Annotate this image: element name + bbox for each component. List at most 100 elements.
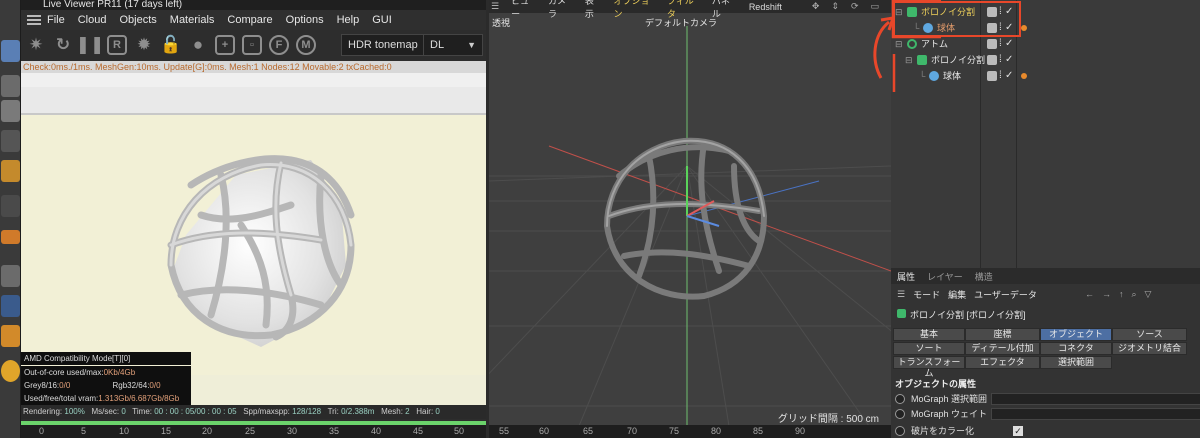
- arrow-tool-icon[interactable]: [1, 230, 20, 244]
- ruler-tick: 70: [627, 426, 638, 436]
- tab-sort[interactable]: ソート: [893, 342, 965, 355]
- am-menu-mode[interactable]: モード: [913, 288, 940, 301]
- tab-attributes[interactable]: 属性: [897, 270, 915, 283]
- pick-box-icon[interactable]: ▫: [241, 34, 263, 56]
- enabled-check-icon[interactable]: ✓: [1005, 36, 1013, 52]
- material-picker-icon[interactable]: M: [295, 34, 317, 56]
- colorize-checkbox[interactable]: ✓: [1013, 426, 1023, 436]
- am-menu-edit[interactable]: 編集: [948, 288, 966, 301]
- tab-connector[interactable]: コネクタ: [1040, 342, 1112, 355]
- tab-basic[interactable]: 基本: [893, 328, 965, 341]
- menu-objects[interactable]: Objects: [119, 14, 156, 26]
- edit-tag-icon[interactable]: [987, 55, 997, 65]
- vp-menu-display[interactable]: 表示: [585, 0, 602, 20]
- field-label: 破片をカラー化: [911, 426, 975, 436]
- vram-value: 1.313Gb/6.687Gb/8Gb: [98, 394, 180, 403]
- zoom-view-icon[interactable]: ⇕: [831, 1, 839, 12]
- tab-effector[interactable]: エフェクタ: [965, 356, 1040, 369]
- tab-transform[interactable]: トランスフォーム: [893, 356, 965, 378]
- attribute-hamburger-icon[interactable]: ☰: [897, 289, 905, 300]
- lock-icon[interactable]: 🔓: [160, 34, 182, 56]
- field-mograph-selection[interactable]: MoGraph 選択範囲: [893, 392, 1200, 406]
- visibility-dots-icon[interactable]: ⁞: [999, 52, 1002, 68]
- tab-coordinates[interactable]: 座標: [965, 328, 1040, 341]
- field-mograph-weight[interactable]: MoGraph ウェイト: [893, 407, 1200, 421]
- cube-tool-icon[interactable]: [1, 40, 20, 62]
- mesh-tool-icon[interactable]: [1, 265, 20, 287]
- ruler-tick: 50: [454, 426, 465, 436]
- pause-icon[interactable]: ❚❚: [76, 34, 105, 56]
- vp-menu-camera[interactable]: カメラ: [548, 0, 573, 20]
- attribute-tabs: 属性 レイヤー 構造: [891, 268, 1200, 284]
- checker-tool-icon[interactable]: [1, 75, 20, 97]
- timeline-ruler[interactable]: 0 5 10 15 20 25 30 35 40 45 50: [21, 425, 486, 438]
- select-tool-icon[interactable]: [1, 195, 20, 217]
- channel-select[interactable]: DL ▼: [423, 34, 483, 56]
- render-canvas[interactable]: [21, 115, 486, 375]
- gear-icon[interactable]: ✹: [133, 34, 155, 56]
- tab-detail[interactable]: ディテール付加: [965, 342, 1040, 355]
- grey-value: 0/0: [59, 381, 71, 390]
- search-icon[interactable]: ⌕: [1131, 289, 1136, 300]
- visibility-dots-icon[interactable]: ⁞: [999, 68, 1002, 84]
- tab-structure[interactable]: 構造: [975, 270, 993, 283]
- tab-object[interactable]: オブジェクト: [1040, 328, 1112, 341]
- menu-cloud[interactable]: Cloud: [78, 14, 107, 26]
- forward-arrow-icon[interactable]: →: [1102, 289, 1111, 299]
- attribute-title-text: ボロノイ分割 [ボロノイ分割]: [910, 310, 1026, 320]
- up-arrow-icon[interactable]: ↑: [1119, 289, 1124, 299]
- enabled-check-icon[interactable]: ✓: [1005, 52, 1013, 68]
- focus-icon[interactable]: F: [268, 34, 290, 56]
- vp-menu-redshift[interactable]: Redshift: [749, 2, 782, 12]
- tab-selection[interactable]: 選択範囲: [1040, 356, 1112, 369]
- hamburger-icon[interactable]: [27, 15, 41, 25]
- animate-radio[interactable]: [895, 409, 905, 419]
- filter-icon[interactable]: ▽: [1144, 289, 1151, 300]
- ruler-tick: 0: [39, 426, 45, 436]
- magnet-tool-icon[interactable]: [1, 325, 20, 347]
- move-view-icon[interactable]: ✥: [812, 1, 820, 12]
- polygon-tool-icon[interactable]: [1, 130, 20, 152]
- viewport-hamburger-icon[interactable]: ☰: [491, 1, 499, 12]
- rendering-label: Rendering:: [23, 407, 63, 416]
- snap-tool-icon[interactable]: [1, 360, 20, 382]
- menu-options[interactable]: Options: [286, 14, 324, 26]
- box-tool-icon[interactable]: [1, 160, 20, 182]
- menu-materials[interactable]: Materials: [170, 14, 215, 26]
- visibility-dots-icon[interactable]: ⁞: [999, 36, 1002, 52]
- mograph-weight-input[interactable]: [991, 408, 1200, 420]
- am-menu-userdata[interactable]: ユーザーデータ: [974, 288, 1037, 301]
- viewport-timeline-ruler[interactable]: 55 60 65 70 75 80 85 90: [489, 425, 891, 438]
- menu-gui[interactable]: GUI: [372, 14, 392, 26]
- menu-help[interactable]: Help: [337, 14, 360, 26]
- tri-label: Tri:: [327, 407, 339, 416]
- animate-radio[interactable]: [895, 394, 905, 404]
- tab-geometry-merge[interactable]: ジオメトリ結合: [1112, 342, 1187, 355]
- enabled-check-icon[interactable]: ✓: [1005, 68, 1013, 84]
- vp-menu-view[interactable]: ビュー: [511, 0, 536, 20]
- menu-compare[interactable]: Compare: [227, 14, 272, 26]
- animate-radio[interactable]: [895, 426, 905, 436]
- add-box-icon[interactable]: +: [214, 34, 236, 56]
- 3d-viewport[interactable]: ☰ ビュー カメラ 表示 オプション フィルタ パネル Redshift ✥ ⇕…: [489, 0, 891, 438]
- tab-source[interactable]: ソース: [1112, 328, 1187, 341]
- ruler-tick: 10: [119, 426, 130, 436]
- field-colorize-fragments[interactable]: 破片をカラー化 ✓: [893, 424, 1193, 438]
- field-label: MoGraph ウェイト: [911, 409, 988, 419]
- menu-file[interactable]: File: [47, 14, 65, 26]
- material-tag-icon[interactable]: [1021, 73, 1027, 79]
- ruler-tick: 30: [287, 426, 298, 436]
- grey-label: Grey8/16:: [24, 381, 60, 390]
- mograph-selection-input[interactable]: [991, 393, 1200, 405]
- edit-tag-icon[interactable]: [987, 39, 997, 49]
- grid-tool-icon[interactable]: [1, 100, 20, 122]
- edit-tag-icon[interactable]: [987, 71, 997, 81]
- refresh-icon[interactable]: ↻: [52, 34, 74, 56]
- region-icon[interactable]: R: [106, 34, 128, 56]
- back-arrow-icon[interactable]: ←: [1085, 289, 1094, 299]
- pattern-tool-icon[interactable]: [1, 295, 20, 317]
- tab-layers[interactable]: レイヤー: [927, 270, 963, 283]
- material-tag-icon[interactable]: [1021, 25, 1027, 31]
- settings-burst-icon[interactable]: ✷: [25, 34, 47, 56]
- material-ball-icon[interactable]: ●: [187, 34, 209, 56]
